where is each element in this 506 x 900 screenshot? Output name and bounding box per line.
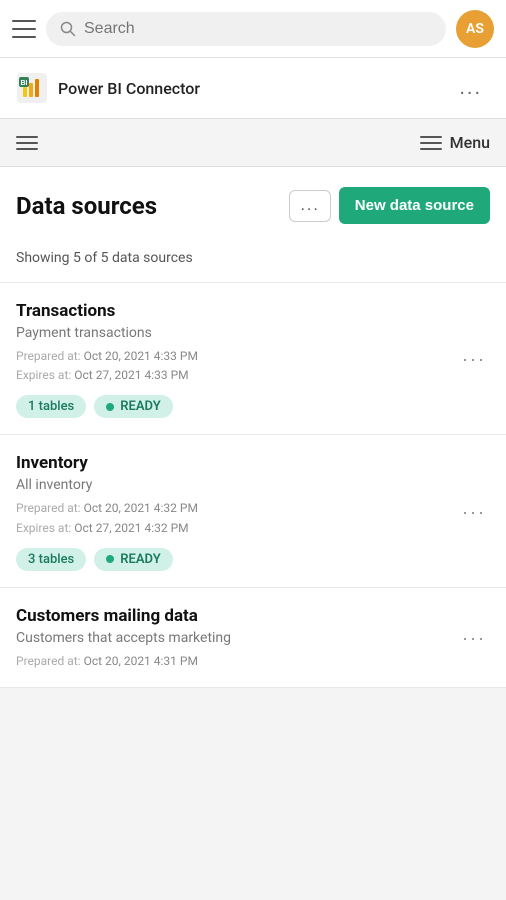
expires-label: Expires at: <box>16 368 71 382</box>
datasource-transactions-tags: 1 tables READY <box>16 395 458 418</box>
connector-info: BI Power BI Connector <box>16 72 200 104</box>
page-more-button[interactable]: ... <box>289 190 330 222</box>
top-bar: AS <box>0 0 506 58</box>
avatar[interactable]: AS <box>456 10 494 48</box>
datasource-inventory-content: Inventory All inventory Prepared at: Oct… <box>16 453 458 570</box>
search-input[interactable] <box>84 20 432 38</box>
search-icon <box>60 21 76 37</box>
status-dot <box>106 555 114 563</box>
prepared-label: Prepared at: <box>16 349 81 363</box>
status-badge: READY <box>94 395 172 418</box>
hamburger-icon[interactable] <box>12 20 36 38</box>
datasource-item-header: Inventory All inventory Prepared at: Oct… <box>16 453 490 570</box>
datasource-item-header: Customers mailing data Customers that ac… <box>16 606 490 671</box>
menu-button[interactable]: Menu <box>420 133 490 152</box>
datasource-customers-content: Customers mailing data Customers that ac… <box>16 606 458 671</box>
datasource-customers-meta: Prepared at: Oct 20, 2021 4:31 PM <box>16 652 458 671</box>
svg-text:BI: BI <box>21 80 28 87</box>
datasource-transactions-name: Transactions <box>16 301 458 321</box>
menu-label: Menu <box>450 133 490 152</box>
datasource-item: Customers mailing data Customers that ac… <box>0 588 506 688</box>
status-label: READY <box>120 552 160 567</box>
page-header: Data sources ... New data source <box>0 167 506 240</box>
header-actions: ... New data source <box>289 187 490 224</box>
expires-value: Oct 27, 2021 4:33 PM <box>74 368 188 382</box>
showing-count: Showing 5 of 5 data sources <box>0 240 506 283</box>
prepared-value: Oct 20, 2021 4:31 PM <box>84 654 198 668</box>
datasource-inventory-more-button[interactable]: ··· <box>458 502 490 523</box>
status-dot <box>106 403 114 411</box>
datasource-inventory-description: All inventory <box>16 477 458 493</box>
prepared-label: Prepared at: <box>16 501 81 515</box>
status-badge: READY <box>94 548 172 571</box>
search-bar[interactable] <box>46 12 446 46</box>
expires-label: Expires at: <box>16 521 71 535</box>
connector-more-button[interactable]: ... <box>451 73 490 104</box>
datasource-inventory-meta: Prepared at: Oct 20, 2021 4:32 PM Expire… <box>16 499 458 537</box>
datasource-inventory-name: Inventory <box>16 453 458 473</box>
connector-name: Power BI Connector <box>58 79 200 98</box>
datasource-customers-description: Customers that accepts marketing <box>16 630 458 646</box>
datasource-inventory-tags: 3 tables READY <box>16 548 458 571</box>
prepared-value: Oct 20, 2021 4:33 PM <box>84 349 198 363</box>
powerbi-connector-icon: BI <box>16 72 48 104</box>
expires-value: Oct 27, 2021 4:32 PM <box>74 521 188 535</box>
datasource-transactions-content: Transactions Payment transactions Prepar… <box>16 301 458 418</box>
datasource-customers-more-button[interactable]: ··· <box>458 628 490 649</box>
datasource-transactions-meta: Prepared at: Oct 20, 2021 4:33 PM Expire… <box>16 347 458 385</box>
sub-nav-hamburger[interactable] <box>16 136 38 150</box>
status-label: READY <box>120 399 160 414</box>
connector-bar: BI Power BI Connector ... <box>0 58 506 119</box>
prepared-label: Prepared at: <box>16 654 81 668</box>
new-datasource-button[interactable]: New data source <box>339 187 490 224</box>
prepared-value: Oct 20, 2021 4:32 PM <box>84 501 198 515</box>
sub-nav: Menu <box>0 119 506 167</box>
datasource-transactions-more-button[interactable]: ··· <box>458 349 490 370</box>
datasource-item-header: Transactions Payment transactions Prepar… <box>16 301 490 418</box>
datasource-customers-name: Customers mailing data <box>16 606 458 626</box>
datasource-item: Inventory All inventory Prepared at: Oct… <box>0 435 506 587</box>
menu-lines-icon <box>420 136 442 150</box>
main-content: Data sources ... New data source Showing… <box>0 167 506 688</box>
datasource-transactions-description: Payment transactions <box>16 325 458 341</box>
tables-tag: 3 tables <box>16 548 86 571</box>
page-title: Data sources <box>16 192 157 220</box>
tables-tag: 1 tables <box>16 395 86 418</box>
datasource-item: Transactions Payment transactions Prepar… <box>0 283 506 435</box>
